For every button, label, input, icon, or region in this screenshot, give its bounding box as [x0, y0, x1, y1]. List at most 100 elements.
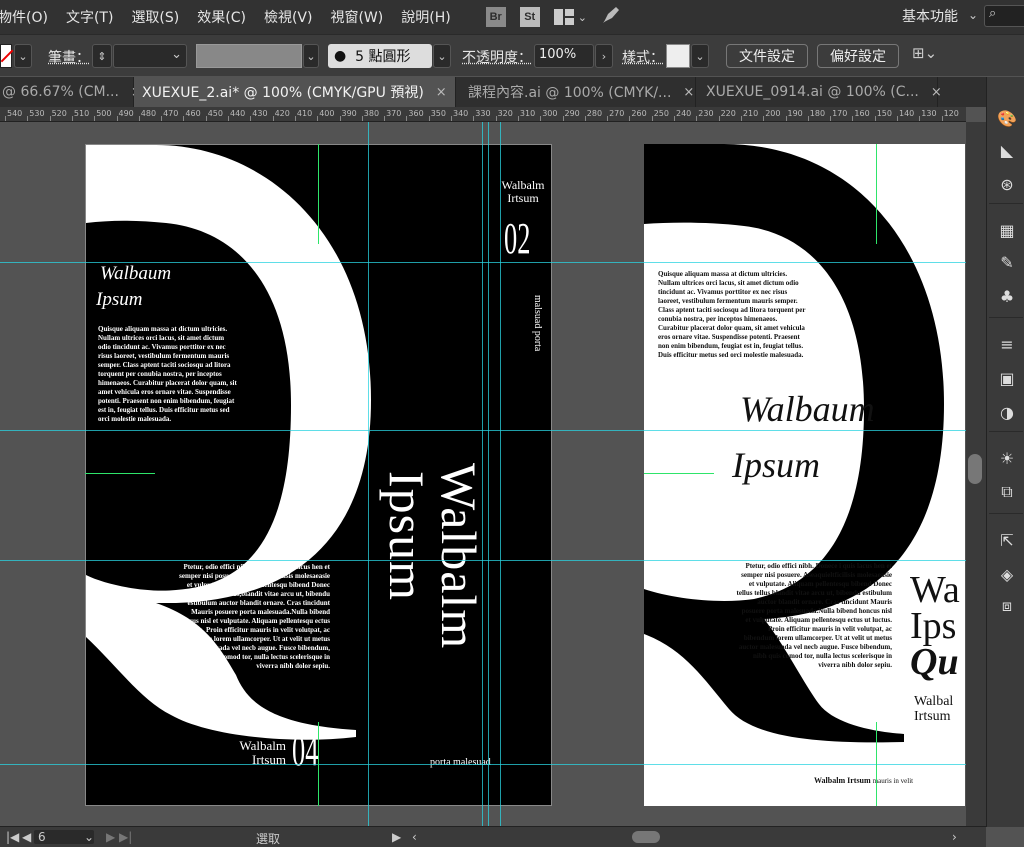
- graphic-styles-icon[interactable]: ⧉: [998, 482, 1016, 501]
- scroll-right-icon[interactable]: ›: [952, 830, 957, 844]
- guide-horizontal[interactable]: [0, 262, 966, 263]
- guide-vertical[interactable]: [482, 122, 483, 826]
- chevron-down-icon[interactable]: ⌄: [968, 8, 978, 22]
- artboard-inner[interactable]: Quisque aliquam massa at dictum ultricie…: [644, 144, 965, 806]
- menu-type[interactable]: 文字(T): [57, 7, 122, 27]
- stroke-dropdown[interactable]: ⌄: [14, 44, 32, 68]
- swatches-icon[interactable]: ▦: [998, 221, 1016, 240]
- export-icon[interactable]: ⇱: [998, 531, 1016, 550]
- appearance-icon[interactable]: ☀: [998, 449, 1016, 468]
- scroll-thumb[interactable]: [968, 454, 982, 484]
- ruler-tick: [161, 116, 163, 121]
- ruler-tick: [138, 116, 140, 121]
- opacity-label[interactable]: 不透明度：: [462, 47, 532, 67]
- ruler-tick: [473, 116, 475, 121]
- inner-paragraph-1: Quisque aliquam massa at dictum ultricie…: [658, 270, 806, 359]
- ruler-tick: [651, 116, 653, 121]
- stroke-icon[interactable]: ≡: [998, 335, 1016, 354]
- ruler-tick: [830, 116, 832, 121]
- horizontal-ruler[interactable]: 540 530 520 510 500 490 480 470 460 450 440 430 420 4…: [0, 107, 966, 122]
- menu-select[interactable]: 選取(S): [122, 7, 188, 27]
- next-artboard-icon[interactable]: ▶ ▶|: [106, 830, 132, 844]
- stroke-swatch[interactable]: [0, 44, 12, 68]
- menu-view[interactable]: 檢視(V): [255, 7, 322, 27]
- style-swatch[interactable]: [666, 44, 690, 68]
- ruler-label: 470: [163, 109, 179, 118]
- ruler-tick: [451, 116, 452, 121]
- layout-grid-icon[interactable]: ⌄: [553, 9, 587, 25]
- ruler-label: 130: [921, 109, 937, 118]
- guide-horizontal[interactable]: [0, 560, 966, 561]
- tab-document-2[interactable]: XUEXUE_2.ai* @ 100% (CMYK/GPU 預視) ×: [134, 77, 456, 107]
- guide-vertical[interactable]: [500, 122, 501, 826]
- stock-icon[interactable]: St: [519, 7, 540, 27]
- ruler-label: 150: [876, 109, 892, 118]
- panel-dock: 🎨 ◣ ⊛ ▦ ✎ ♣ ≡ ▣ ◑ ☀ ⧉ ⇱ ◈ ⧈: [986, 77, 1024, 827]
- symbols-icon[interactable]: ♣: [998, 287, 1016, 306]
- brush-definition[interactable]: ● 5 點圓形: [328, 44, 432, 68]
- color-palette-icon[interactable]: 🎨: [997, 109, 1017, 128]
- guide-vertical[interactable]: [368, 122, 369, 826]
- workspace-switcher[interactable]: 基本功能: [902, 6, 958, 26]
- menu-window[interactable]: 視窗(W): [321, 7, 392, 27]
- cover-paragraph-1: Quisque aliquam massa at dictum ultricie…: [98, 325, 237, 423]
- stroke-weight-field[interactable]: ⌄: [113, 44, 187, 68]
- opacity-field[interactable]: 100%: [534, 44, 594, 68]
- ruler-tick: [629, 116, 631, 121]
- close-icon[interactable]: ×: [683, 85, 694, 100]
- guide-vertical[interactable]: [488, 122, 489, 826]
- vertical-scrollbar[interactable]: [966, 122, 986, 826]
- brushes-icon[interactable]: ✎: [998, 253, 1016, 272]
- chevron-down-icon[interactable]: ⌄: [433, 44, 451, 68]
- chevron-right-icon[interactable]: ›: [595, 44, 613, 68]
- gpu-rocket-icon[interactable]: [601, 5, 621, 29]
- guide-horizontal[interactable]: [0, 430, 966, 431]
- transparency-icon[interactable]: ◑: [998, 403, 1016, 422]
- canvas[interactable]: Walbaum Ipsum Quisque aliquam massa at d…: [0, 122, 966, 826]
- preferences-button[interactable]: 偏好設定: [817, 44, 899, 68]
- scroll-left-icon[interactable]: ‹: [412, 830, 417, 844]
- document-setup-button[interactable]: 文件設定: [726, 44, 808, 68]
- search-input[interactable]: ⌕: [984, 5, 1024, 27]
- tab-document-4[interactable]: XUEXUE_0914.ai @ 100% (C... ×: [698, 77, 942, 107]
- chevron-down-icon[interactable]: ⌄: [691, 44, 709, 68]
- menu-effect[interactable]: 效果(C): [188, 7, 255, 27]
- arrange-icon[interactable]: ⊞⌄: [912, 44, 942, 68]
- horizontal-scroll-thumb[interactable]: [632, 831, 660, 843]
- ruler-tick: [718, 116, 720, 121]
- status-menu-icon[interactable]: ▶: [392, 830, 401, 844]
- chevron-down-icon: ⌄: [577, 10, 587, 24]
- artboards-icon[interactable]: ⧈: [998, 596, 1016, 615]
- ruler-tick: [807, 116, 809, 121]
- stroke-label[interactable]: 筆畫：: [48, 47, 90, 67]
- menu-help[interactable]: 說明(H): [392, 7, 459, 27]
- close-icon[interactable]: ×: [931, 85, 942, 100]
- menu-object[interactable]: 物件(O): [0, 7, 57, 27]
- ruler-label: 160: [854, 109, 870, 118]
- chevron-down-icon[interactable]: ⌄: [303, 44, 319, 68]
- first-artboard-icon[interactable]: |◀: [6, 830, 19, 844]
- variable-width-field[interactable]: [196, 44, 302, 68]
- tab-document-1[interactable]: @ 66.67% (CM...×: [0, 77, 142, 107]
- gradient-guide-icon[interactable]: ◣: [998, 141, 1016, 160]
- tab-document-3[interactable]: 課程內容.ai @ 100% (CMYK/... ×: [460, 77, 696, 107]
- ruler-tick: [584, 116, 586, 121]
- gradient-icon[interactable]: ▣: [998, 369, 1016, 388]
- smart-guide: [318, 722, 319, 806]
- stroke-weight-stepper[interactable]: ⇕: [92, 44, 112, 68]
- ruler-tick: [27, 116, 29, 121]
- bridge-icon[interactable]: Br: [485, 7, 506, 27]
- ruler-label: 400: [319, 109, 335, 118]
- layers-icon[interactable]: ◈: [998, 565, 1016, 584]
- inner-paragraph-2: Ptetur, odio effici nibh. Donece i quis …: [736, 562, 892, 669]
- cc-libraries-icon[interactable]: ⊛: [998, 175, 1016, 194]
- guide-horizontal[interactable]: [0, 764, 966, 765]
- style-label[interactable]: 樣式：: [622, 47, 664, 67]
- chevron-down-icon[interactable]: ⌄: [84, 830, 94, 844]
- ruler-label: 360: [408, 109, 424, 118]
- big-vertical-title-1: Walbalm: [431, 463, 487, 650]
- ruler-label: 450: [207, 109, 223, 118]
- ruler-label: 370: [386, 109, 402, 118]
- prev-artboard-icon[interactable]: ◀: [22, 830, 31, 844]
- close-icon[interactable]: ×: [436, 85, 447, 100]
